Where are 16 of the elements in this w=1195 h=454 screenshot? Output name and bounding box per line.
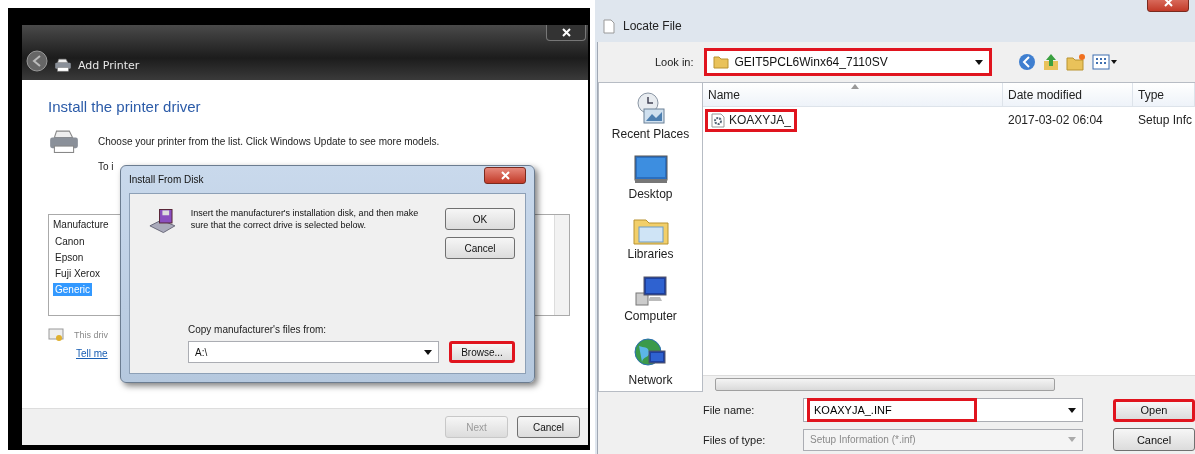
table-cell-text: Setup Infc bbox=[1137, 112, 1194, 129]
column-header: Manufacture bbox=[53, 218, 109, 230]
field-label: Files of type: bbox=[703, 433, 767, 446]
driver-note: This driv bbox=[74, 329, 108, 340]
field-label: File name: bbox=[703, 404, 756, 416]
field-label: Look in: bbox=[655, 56, 694, 68]
window-title: Add Printer bbox=[78, 59, 140, 72]
dialog-title: Locate File bbox=[623, 19, 682, 33]
page-heading: Install the printer driver bbox=[48, 98, 202, 115]
dialog-title: Install From Disk bbox=[129, 174, 204, 185]
instruction-text: To i bbox=[98, 160, 114, 172]
instruction-text: Choose your printer from the list. Click Windows Update to see more models. bbox=[98, 136, 440, 148]
field-label: Copy manufacturer's files from: bbox=[188, 324, 328, 335]
table-cell-text: 2017-03-02 06:04 bbox=[1007, 112, 1104, 129]
file-name: KOAXYJA_ bbox=[729, 113, 792, 127]
dialog-message: Insert the manufacturer's installation disk, and then make sure that the correct drive is selected below. bbox=[190, 208, 420, 232]
